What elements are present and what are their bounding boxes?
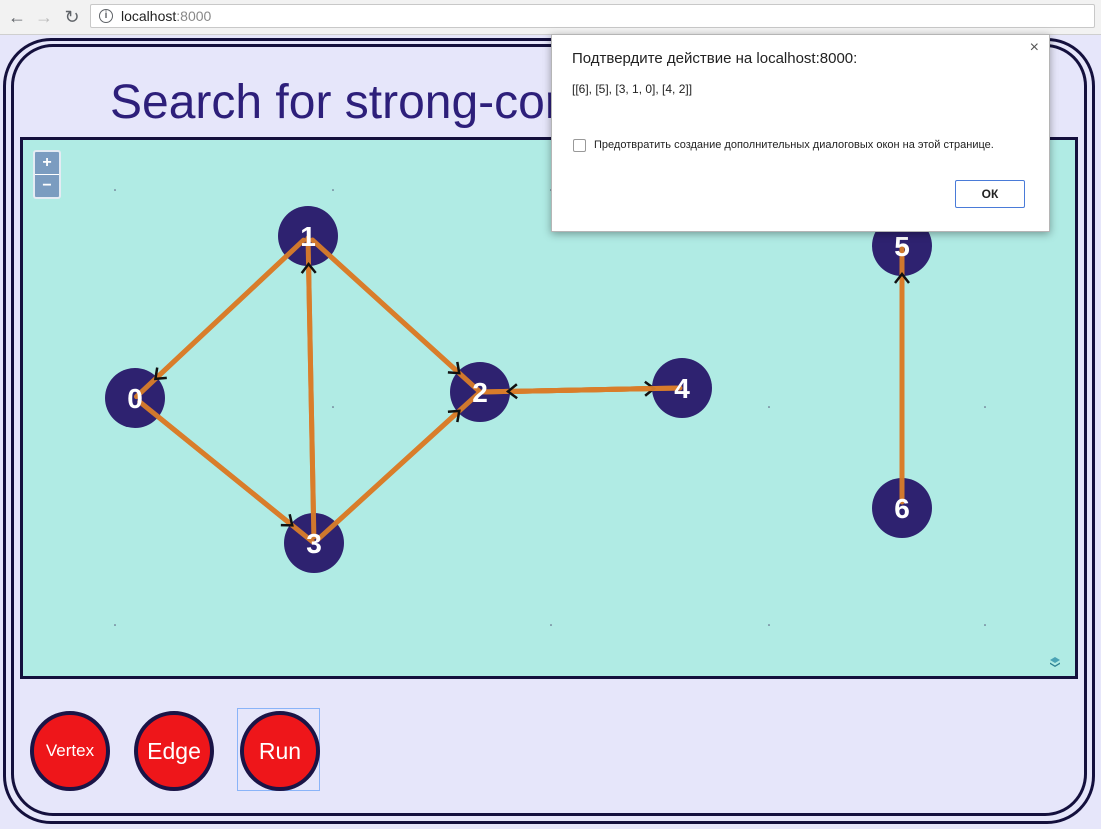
vertex-label: 2: [472, 377, 488, 408]
zoom-in-button[interactable]: +: [35, 152, 59, 174]
graph-edge-overlay: [315, 390, 482, 542]
vertex-button[interactable]: Vertex: [30, 711, 110, 791]
layers-icon[interactable]: [1049, 656, 1061, 668]
graph-edge-overlay: [133, 237, 307, 400]
vertex-label: 5: [894, 231, 910, 262]
url-text: localhost:8000: [121, 8, 211, 24]
page-title: Search for strong-cor: [110, 76, 561, 129]
grid-dot: [984, 624, 986, 626]
address-bar[interactable]: i localhost:8000: [90, 4, 1095, 28]
dialog-title: Подтвердите действие на localhost:8000:: [572, 50, 858, 67]
confirm-dialog: Подтвердите действие на localhost:8000: …: [551, 34, 1050, 232]
graph-edge-overlay: [305, 235, 317, 540]
reload-icon[interactable]: ↻: [60, 5, 84, 29]
vertex-label: 3: [306, 528, 322, 559]
zoom-out-button[interactable]: −: [35, 174, 59, 197]
grid-dot: [332, 189, 334, 191]
graph-edge-overlay: [137, 399, 315, 545]
forward-arrow-icon[interactable]: →: [32, 5, 56, 29]
url-port: :8000: [176, 8, 212, 24]
grid-dot: [332, 406, 334, 408]
run-button-label: Run: [258, 738, 302, 764]
info-icon[interactable]: i: [99, 9, 113, 23]
vertex-label: 4: [674, 373, 690, 404]
dialog-message: [[6], [5], [3, 1, 0], [4, 2]]: [572, 82, 693, 96]
vertex-label: 0: [127, 383, 143, 414]
edge-button-label: Edge: [147, 738, 201, 764]
grid-dot: [114, 189, 116, 191]
graph-edge-overlay: [309, 237, 482, 394]
grid-dot: [114, 624, 116, 626]
browser-toolbar: ← → ↻ i localhost:8000: [0, 0, 1101, 35]
grid-dot: [768, 406, 770, 408]
run-button[interactable]: Run: [240, 711, 320, 791]
grid-dot: [550, 624, 552, 626]
edge-button[interactable]: Edge: [134, 711, 214, 791]
url-host: localhost: [121, 8, 177, 24]
ok-button[interactable]: ОК: [955, 180, 1025, 208]
vertex-label: 6: [894, 493, 910, 524]
grid-dot: [984, 406, 986, 408]
back-arrow-icon[interactable]: ←: [5, 5, 29, 29]
vertex-button-label: Vertex: [45, 741, 95, 760]
prevent-dialogs-checkbox[interactable]: [573, 139, 586, 152]
prevent-dialogs-label[interactable]: Предотвратить создание дополнительных ди…: [594, 139, 994, 151]
close-icon[interactable]: ×: [1030, 39, 1039, 57]
grid-dot: [768, 624, 770, 626]
vertex-label: 1: [300, 221, 316, 252]
zoom-control: + −: [33, 150, 61, 199]
